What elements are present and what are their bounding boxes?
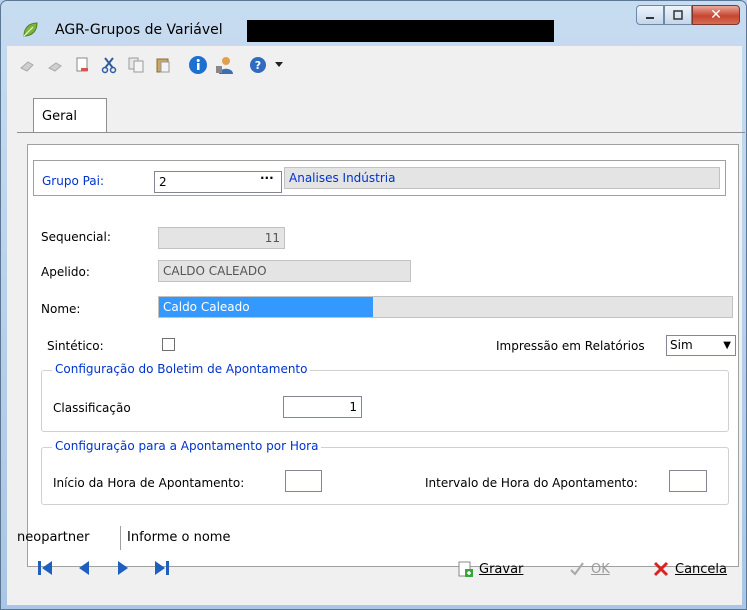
- status-user: neopartner: [17, 530, 90, 545]
- classificacao-value: 1: [349, 400, 357, 414]
- close-icon: ✕: [710, 7, 722, 23]
- minimize-button[interactable]: [636, 5, 664, 25]
- last-record-icon[interactable]: [152, 558, 172, 578]
- nome-label: Nome:: [41, 302, 81, 316]
- svg-text:?: ?: [255, 59, 261, 72]
- boletim-fieldset: Configuração do Boletim de Apontamento: [41, 362, 729, 432]
- toolbar: ?: [7, 46, 742, 84]
- intervalo-input[interactable]: [669, 470, 707, 492]
- tab-geral[interactable]: Geral: [33, 98, 107, 132]
- inicio-label: Início da Hora de Apontamento:: [53, 476, 245, 490]
- help-icon[interactable]: ?: [247, 54, 269, 76]
- next-record-icon[interactable]: [113, 558, 133, 578]
- minimize-icon: [646, 17, 654, 19]
- first-record-icon[interactable]: [35, 558, 55, 578]
- ellipsis-button[interactable]: ···: [260, 171, 274, 185]
- cut-icon[interactable]: [98, 54, 120, 76]
- sintetico-label: Sintético:: [47, 339, 104, 353]
- maximize-button[interactable]: [664, 5, 692, 25]
- impressao-label: Impressão em Relatórios: [496, 339, 645, 353]
- client-area: ? Geral Grupo Pai: 2 ··· Analises Indúst…: [7, 46, 745, 605]
- chevron-down-icon: ▼: [723, 340, 731, 351]
- ok-label: OK: [591, 561, 610, 577]
- checkmark-icon: [567, 559, 587, 579]
- grupo-pai-value: 2: [159, 175, 167, 189]
- apelido-label: Apelido:: [41, 265, 90, 279]
- maximize-icon: [673, 10, 683, 20]
- nome-value: Caldo Caleado: [159, 297, 373, 317]
- window-controls: ✕: [636, 5, 740, 25]
- grupo-pai-label: Grupo Pai:: [42, 174, 105, 188]
- ok-button[interactable]: OK: [567, 558, 610, 580]
- close-button[interactable]: ✕: [692, 5, 740, 25]
- paste-icon[interactable]: [152, 54, 174, 76]
- redacted-area: [247, 20, 554, 42]
- tab-geral-label: Geral: [42, 109, 77, 124]
- leaf-icon: [23, 22, 38, 37]
- dropdown-arrow-icon[interactable]: [274, 54, 284, 76]
- save-icon: [455, 559, 475, 579]
- cancela-label: Cancela: [675, 561, 728, 577]
- info-icon[interactable]: [187, 54, 209, 76]
- classificacao-input[interactable]: 1: [283, 396, 362, 418]
- gravar-label: Gravar: [479, 561, 524, 577]
- intervalo-label: Intervalo de Hora do Apontamento:: [425, 476, 638, 490]
- grupo-pai-description-text: Analises Indústria: [289, 171, 396, 185]
- classificacao-label: Classificação: [53, 401, 131, 415]
- undo-icon[interactable]: [44, 54, 66, 76]
- previous-record-icon[interactable]: [74, 558, 94, 578]
- title-bar: AGR-Grupos de Variável ✕: [1, 1, 746, 42]
- new-icon[interactable]: [71, 54, 93, 76]
- status-message: Informe o nome: [127, 530, 231, 545]
- apelido-value: CALDO CALEADO: [163, 264, 267, 278]
- app-window: AGR-Grupos de Variável ✕ ? Geral Grupo P…: [0, 0, 747, 610]
- status-divider: [120, 526, 121, 550]
- sequencial-label: Sequencial:: [41, 230, 111, 244]
- impressao-value: Sim: [670, 338, 693, 352]
- boletim-legend: Configuração do Boletim de Apontamento: [52, 362, 311, 376]
- tab-strip: Geral: [17, 98, 745, 133]
- sequencial-value: 11: [264, 231, 280, 245]
- cancela-button[interactable]: Cancela: [651, 558, 727, 580]
- copy-icon[interactable]: [125, 54, 147, 76]
- cancel-icon: [651, 559, 671, 579]
- sequencial-field: 11: [158, 227, 285, 249]
- user-icon[interactable]: [214, 54, 236, 76]
- gravar-button[interactable]: Gravar: [455, 558, 523, 580]
- edit-icon[interactable]: [17, 54, 39, 76]
- sintetico-checkbox[interactable]: [162, 338, 175, 351]
- hora-legend: Configuração para a Apontamento por Hora: [52, 439, 322, 453]
- grupo-pai-description: Analises Indústria: [284, 167, 720, 189]
- window-title: AGR-Grupos de Variável: [55, 22, 223, 38]
- impressao-select[interactable]: Sim ▼: [666, 335, 736, 356]
- nome-input[interactable]: Caldo Caleado: [158, 296, 733, 318]
- inicio-input[interactable]: [285, 470, 322, 492]
- apelido-field: CALDO CALEADO: [158, 260, 411, 282]
